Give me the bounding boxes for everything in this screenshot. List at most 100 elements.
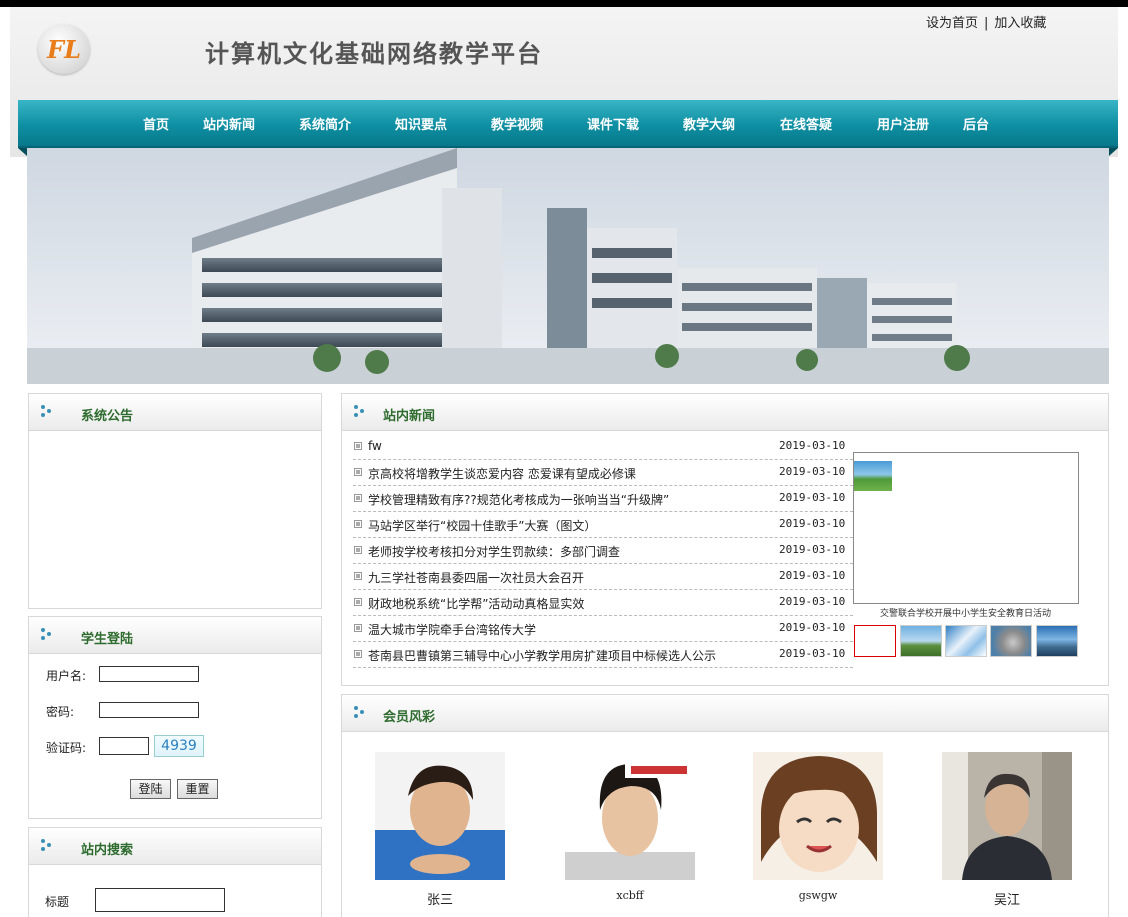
members-panel-header: 会员风彩 <box>342 695 1108 732</box>
captcha-input[interactable] <box>99 737 149 755</box>
news-link[interactable]: 温大城市学院牵手台湾铭传大学 <box>368 621 536 638</box>
login-panel-header: 学生登陆 <box>29 617 321 654</box>
nav-item-news[interactable]: 站内新闻 <box>203 114 255 133</box>
slideshow-image <box>854 461 892 491</box>
site-title: 计算机文化基础网络教学平台 <box>205 39 543 68</box>
slideshow-thumbnail[interactable] <box>900 625 942 657</box>
announcement-title: 系统公告 <box>81 409 134 424</box>
bullet-icon <box>354 598 362 606</box>
bullet-icon <box>354 624 362 632</box>
nav-item-register[interactable]: 用户注册 <box>877 114 929 133</box>
captcha-image[interactable]: 4939 <box>154 735 204 757</box>
members-title: 会员风彩 <box>383 710 436 725</box>
nav-item-admin[interactable]: 后台 <box>963 114 989 133</box>
news-row: 京高校将增教学生谈恋爱内容 恋爱课有望成必修课 2019-03-10 <box>353 460 853 486</box>
campus-banner-image <box>27 148 1109 384</box>
login-title: 学生登陆 <box>81 632 134 647</box>
bullet-icon <box>354 494 362 502</box>
main-nav: 首页 站内新闻 系统简介 知识要点 教学视频 课件下载 教学大纲 在线答疑 用户… <box>18 100 1118 148</box>
nav-item-qa[interactable]: 在线答疑 <box>780 114 832 133</box>
dots-icon <box>354 706 364 718</box>
add-favorite-link[interactable]: 加入收藏 <box>994 16 1046 31</box>
member-name[interactable]: xcbff <box>565 889 695 902</box>
news-date: 2019-03-10 <box>779 569 846 582</box>
member-photo[interactable] <box>375 752 505 880</box>
slideshow-thumbnail[interactable] <box>854 625 896 657</box>
dots-icon <box>41 628 51 640</box>
news-slideshow[interactable] <box>853 452 1079 604</box>
bullet-icon <box>354 650 362 658</box>
search-title-input[interactable] <box>95 888 225 912</box>
bullet-icon <box>354 442 362 450</box>
bullet-icon <box>354 572 362 580</box>
captcha-label: 验证码: <box>46 741 87 755</box>
slideshow-caption: 交警联合学校开展中小学生安全教育日活动 <box>880 609 1052 619</box>
nav-item-video[interactable]: 教学视频 <box>491 114 543 133</box>
nav-fold-left <box>18 148 27 156</box>
member-photo[interactable] <box>942 752 1072 880</box>
member-photo[interactable] <box>753 752 883 880</box>
news-date: 2019-03-10 <box>779 465 846 478</box>
news-title: 站内新闻 <box>383 409 436 424</box>
member-portrait <box>942 752 1072 880</box>
nav-item-knowledge[interactable]: 知识要点 <box>395 114 447 133</box>
password-input[interactable] <box>99 702 199 718</box>
member-name[interactable]: 吴江 <box>942 889 1072 908</box>
top-links-separator: | <box>984 16 989 31</box>
top-links: 设为首页 | 加入收藏 <box>926 12 1046 31</box>
dots-icon <box>41 839 51 851</box>
search-title-label: 标题 <box>45 895 70 909</box>
news-panel-header: 站内新闻 <box>342 394 1108 431</box>
site-logo: FL <box>38 24 90 74</box>
bullet-icon <box>354 468 362 476</box>
news-date: 2019-03-10 <box>779 647 846 660</box>
member-name[interactable]: gswgw <box>753 889 883 902</box>
announcement-panel: 系统公告 <box>28 393 322 609</box>
news-row: 苍南县巴曹镇第三辅导中心小学教学用房扩建项目中标候选人公示 2019-03-10 <box>353 642 853 668</box>
nav-item-syllabus[interactable]: 教学大纲 <box>683 114 735 133</box>
news-date: 2019-03-10 <box>779 595 846 608</box>
news-row: 财政地税系统“比学帮”活动动真格显实效 2019-03-10 <box>353 590 853 616</box>
slideshow-thumbnail[interactable] <box>1036 625 1078 657</box>
set-homepage-link[interactable]: 设为首页 <box>926 16 978 31</box>
news-row: 温大城市学院牵手台湾铭传大学 2019-03-10 <box>353 616 853 642</box>
nav-fold-right <box>1109 148 1118 156</box>
member-portrait <box>375 752 505 880</box>
news-link[interactable]: 学校管理精致有序??规范化考核成为一张响当当“升级牌” <box>368 491 669 508</box>
nav-item-intro[interactable]: 系统简介 <box>299 114 351 133</box>
news-link[interactable]: fw <box>368 439 382 453</box>
login-button[interactable]: 登陆 <box>130 779 171 799</box>
member-name[interactable]: 张三 <box>375 889 505 908</box>
member-portrait <box>753 752 883 880</box>
reset-button[interactable]: 重置 <box>177 779 218 799</box>
news-row: 马站学区举行“校园十佳歌手”大赛（图文） 2019-03-10 <box>353 512 853 538</box>
password-label: 密码: <box>46 705 75 719</box>
news-link[interactable]: 京高校将增教学生谈恋爱内容 恋爱课有望成必修课 <box>368 465 636 482</box>
campus-building-illustration <box>27 148 1109 384</box>
dots-icon <box>41 405 51 417</box>
username-label: 用户名: <box>46 669 87 683</box>
search-panel-header: 站内搜索 <box>29 828 321 865</box>
nav-item-courseware[interactable]: 课件下载 <box>587 114 639 133</box>
nav-item-home[interactable]: 首页 <box>143 114 169 133</box>
slideshow-thumbnail[interactable] <box>990 625 1032 657</box>
news-date: 2019-03-10 <box>779 517 846 530</box>
dots-icon <box>354 405 364 417</box>
announcement-panel-header: 系统公告 <box>29 394 321 431</box>
news-row: 老师按学校考核扣分对学生罚款续：多部门调查 2019-03-10 <box>353 538 853 564</box>
news-row: 学校管理精致有序??规范化考核成为一张响当当“升级牌” 2019-03-10 <box>353 486 853 512</box>
slideshow-thumbnail[interactable] <box>945 625 987 657</box>
news-link[interactable]: 马站学区举行“校园十佳歌手”大赛（图文） <box>368 517 596 534</box>
news-link[interactable]: 苍南县巴曹镇第三辅导中心小学教学用房扩建项目中标候选人公示 <box>368 647 716 664</box>
news-date: 2019-03-10 <box>779 439 846 452</box>
username-input[interactable] <box>99 666 199 682</box>
member-photo[interactable] <box>565 752 695 880</box>
bullet-icon <box>354 520 362 528</box>
news-row: fw 2019-03-10 <box>353 434 853 460</box>
news-link[interactable]: 老师按学校考核扣分对学生罚款续：多部门调查 <box>368 543 620 560</box>
top-black-bar <box>0 0 1128 7</box>
news-link[interactable]: 财政地税系统“比学帮”活动动真格显实效 <box>368 595 584 612</box>
news-date: 2019-03-10 <box>779 621 846 634</box>
news-link[interactable]: 九三学社苍南县委四届一次社员大会召开 <box>368 569 584 586</box>
news-date: 2019-03-10 <box>779 543 846 556</box>
